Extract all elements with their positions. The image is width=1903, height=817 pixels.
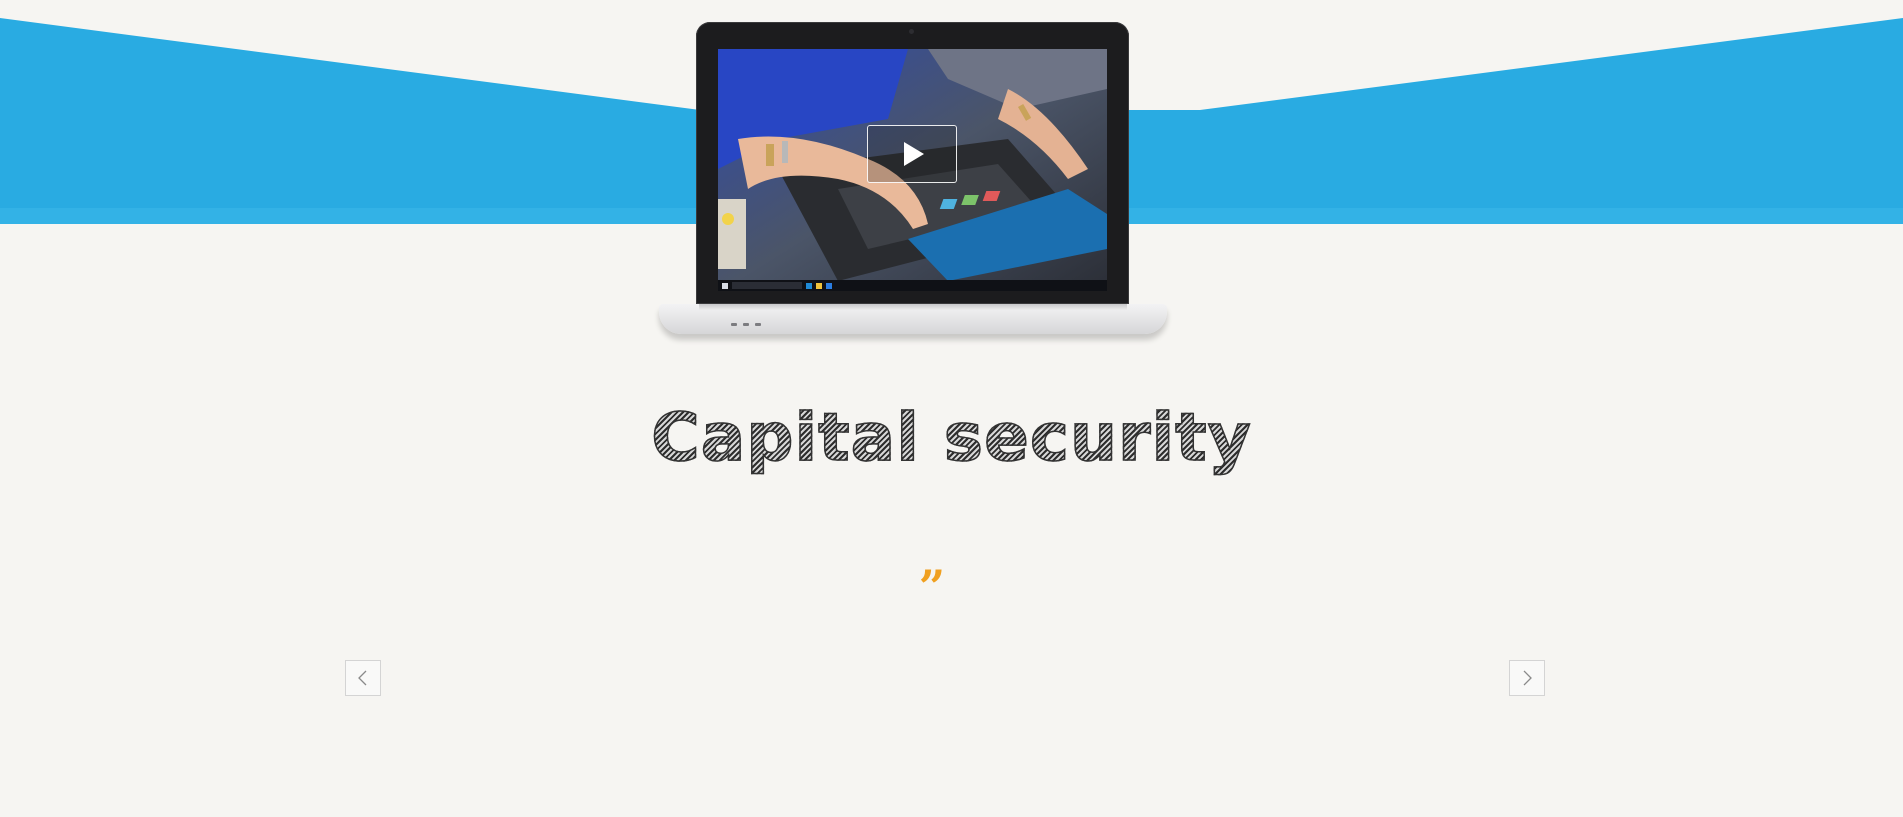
windows-logo-icon: [722, 282, 728, 289]
play-button[interactable]: [867, 125, 957, 183]
store-icon: [826, 282, 832, 289]
camera-icon: [909, 29, 914, 34]
folder-icon: [816, 282, 822, 289]
laptop-hinge: [699, 304, 1127, 310]
chevron-right-icon: [1523, 670, 1532, 686]
page-title-text: Capital security: [651, 398, 1252, 477]
quote-icon: ”: [918, 560, 946, 614]
carousel-prev-button[interactable]: [345, 660, 381, 696]
laptop-video-frame: [659, 22, 1167, 344]
taskbar: [718, 280, 1107, 291]
chevron-left-icon: [358, 670, 367, 686]
page-title: Capital security: [0, 398, 1903, 478]
edge-icon: [806, 282, 812, 289]
play-icon: [904, 142, 924, 166]
laptop-base: [659, 304, 1167, 334]
taskbar-search-box: [732, 282, 802, 289]
video-thumbnail[interactable]: [718, 49, 1107, 291]
laptop-ports: [731, 323, 781, 327]
carousel-next-button[interactable]: [1509, 660, 1545, 696]
